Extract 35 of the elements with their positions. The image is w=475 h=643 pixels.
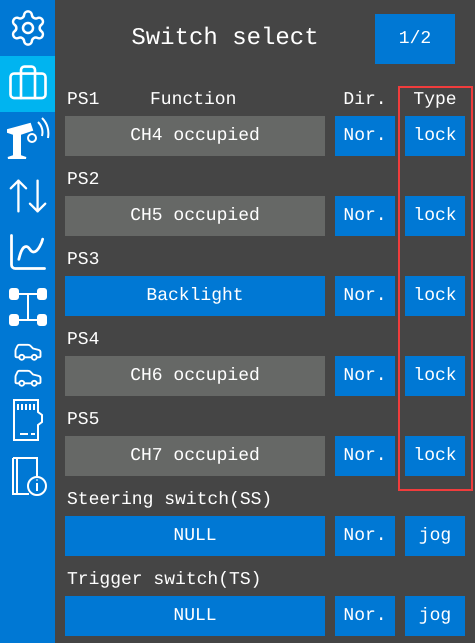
direction-button[interactable]: Nor. — [335, 116, 395, 156]
type-button[interactable]: lock — [405, 356, 465, 396]
direction-button[interactable]: Nor. — [335, 516, 395, 556]
chassis-icon — [8, 287, 48, 329]
direction-button[interactable]: Nor. — [335, 436, 395, 476]
type-button[interactable]: lock — [405, 116, 465, 156]
switch-label: PS4 — [66, 329, 100, 352]
type-header: Type — [412, 89, 458, 112]
switch-label: Trigger switch(TS) — [66, 569, 262, 592]
switch-label: PS5 — [66, 409, 100, 432]
function-button[interactable]: CH5 occupied — [65, 196, 325, 236]
function-header: Function — [150, 89, 238, 112]
function-button[interactable]: NULL — [65, 596, 325, 636]
sidebar-item[interactable] — [0, 56, 55, 112]
type-button[interactable]: lock — [405, 436, 465, 476]
direction-button[interactable]: Nor. — [335, 276, 395, 316]
switch-label: PS1 — [66, 89, 100, 112]
function-button[interactable]: Backlight — [65, 276, 325, 316]
direction-button[interactable]: Nor. — [335, 596, 395, 636]
page-button[interactable]: 1/2 — [375, 14, 455, 64]
switch-label: PS3 — [66, 249, 100, 272]
type-button[interactable]: lock — [405, 196, 465, 236]
type-button[interactable]: jog — [405, 516, 465, 556]
function-button[interactable]: NULL — [65, 516, 325, 556]
switch-label: Steering switch(SS) — [66, 489, 272, 512]
function-button[interactable]: CH6 occupied — [65, 356, 325, 396]
switch-label: PS2 — [66, 169, 100, 192]
screen-title: Switch select — [130, 24, 320, 54]
function-button[interactable]: CH4 occupied — [65, 116, 325, 156]
type-button[interactable]: jog — [405, 596, 465, 636]
direction-button[interactable]: Nor. — [335, 356, 395, 396]
type-button[interactable]: lock — [405, 276, 465, 316]
function-button[interactable]: CH7 occupied — [65, 436, 325, 476]
direction-header: Dir. — [342, 89, 388, 112]
direction-button[interactable]: Nor. — [335, 196, 395, 236]
